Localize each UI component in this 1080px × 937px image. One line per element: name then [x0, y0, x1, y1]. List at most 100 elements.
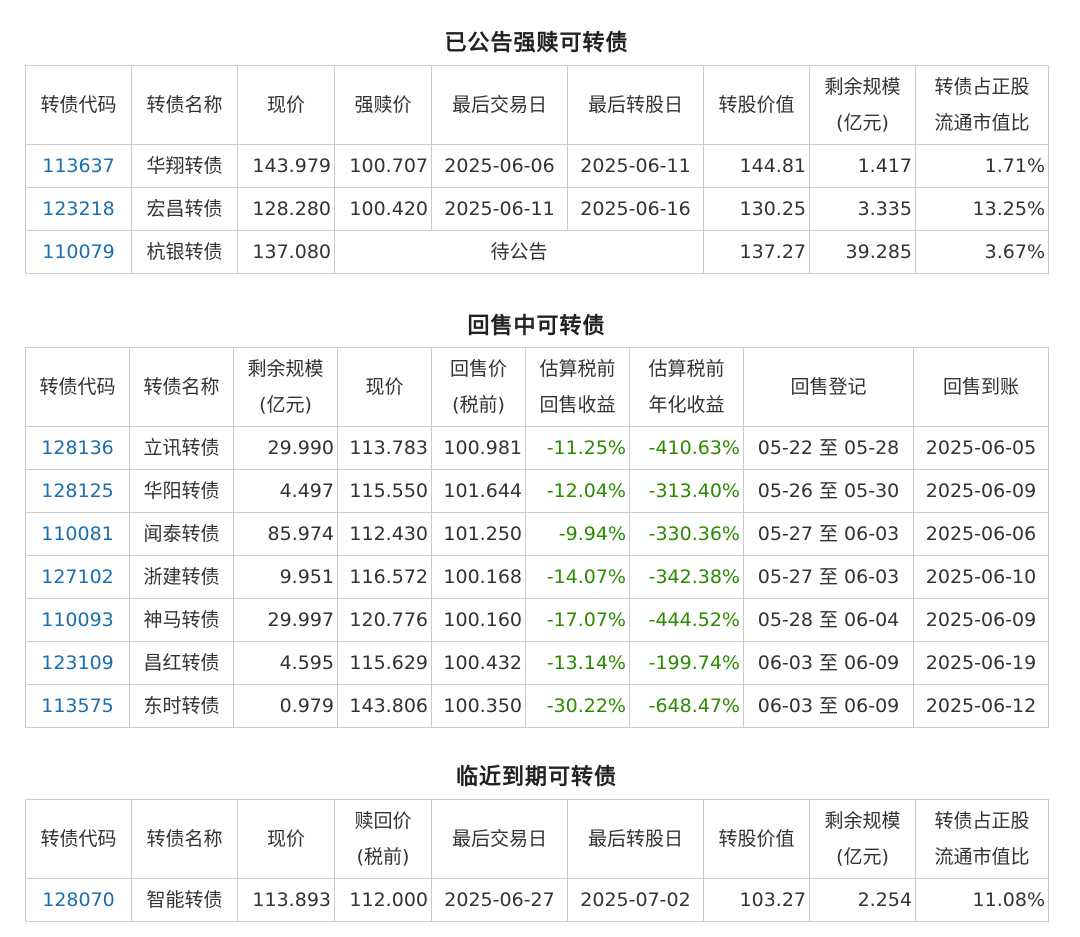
- col-header: 转债代码: [25, 65, 132, 145]
- last-trade-date: 2025-06-27: [431, 878, 568, 922]
- annualized-yield: -648.47%: [629, 684, 744, 728]
- put-price: 100.350: [431, 684, 526, 728]
- put-payment-date: 2025-06-12: [913, 684, 1049, 728]
- put-registration-period: 06-03 至 06-09: [743, 684, 914, 728]
- bond-code-link[interactable]: 110079: [25, 230, 132, 274]
- annualized-yield: -313.40%: [629, 469, 744, 513]
- col-header: 最后交易日: [431, 799, 568, 879]
- maturity-section: 临近到期可转债 转债代码 转债名称 现价 赎回价 (税前) 最后交易日 最后转股日…: [25, 763, 1049, 922]
- bond-code-link[interactable]: 110093: [25, 598, 130, 642]
- col-header: 回售登记: [743, 347, 914, 427]
- table-row: 128136 立讯转债 29.990 113.783 100.981 -11.25% -41…: [25, 426, 1049, 470]
- remaining-size: 4.497: [233, 469, 338, 513]
- bond-code-link[interactable]: 123109: [25, 641, 130, 685]
- put-registration-period: 05-22 至 05-28: [743, 426, 914, 470]
- bond-name: 华阳转债: [129, 469, 234, 513]
- bond-name: 浙建转债: [129, 555, 234, 599]
- col-header: 最后转股日: [567, 65, 704, 145]
- col-header: 转股价值: [703, 799, 810, 879]
- col-header: 最后转股日: [567, 799, 704, 879]
- bond-name: 闻泰转债: [129, 512, 234, 556]
- price: 128.280: [237, 187, 335, 231]
- put-payment-date: 2025-06-10: [913, 555, 1049, 599]
- price: 143.979: [237, 144, 335, 188]
- table-row: 127102 浙建转债 9.951 116.572 100.168 -14.07% -342…: [25, 555, 1049, 599]
- put-yield: -17.07%: [525, 598, 630, 642]
- col-header: 估算税前 回售收益: [525, 347, 630, 427]
- market-cap-ratio: 3.67%: [915, 230, 1049, 274]
- table-row: 110093 神马转债 29.997 120.776 100.160 -17.07% -44…: [25, 598, 1049, 642]
- remaining-size: 85.974: [233, 512, 338, 556]
- remaining-size: 1.417: [809, 144, 916, 188]
- bond-name: 立讯转债: [129, 426, 234, 470]
- section-title: 已公告强赎可转债: [444, 31, 629, 56]
- col-header: 回售价 (税前): [431, 347, 526, 427]
- conversion-value: 103.27: [703, 878, 810, 922]
- annualized-yield: -330.36%: [629, 512, 744, 556]
- table-row: 123109 昌红转债 4.595 115.629 100.432 -13.14% -199…: [25, 641, 1049, 685]
- bond-name: 宏昌转债: [131, 187, 238, 231]
- price: 115.550: [337, 469, 432, 513]
- remaining-size: 29.990: [233, 426, 338, 470]
- price: 115.629: [337, 641, 432, 685]
- redeem-table: 转债代码 转债名称 现价 强赎价 最后交易日 最后转股日 转股价值 剩余规模 (亿…: [25, 65, 1049, 274]
- table-header-row: 转债代码 转债名称 现价 强赎价 最后交易日 最后转股日 转股价值 剩余规模 (亿…: [25, 65, 1049, 145]
- last-convert-date: 2025-06-16: [567, 187, 704, 231]
- col-header: 现价: [237, 65, 335, 145]
- col-header: 转债代码: [25, 799, 132, 879]
- bond-name: 智能转债: [131, 878, 238, 922]
- putback-section: 回售中可转债 转债代码 转债名称 剩余规模 (亿元) 现价 回售价 (税前) 估算税…: [25, 312, 1049, 728]
- put-payment-date: 2025-06-05: [913, 426, 1049, 470]
- put-registration-period: 05-26 至 05-30: [743, 469, 914, 513]
- remaining-size: 9.951: [233, 555, 338, 599]
- bond-code-link[interactable]: 113637: [25, 144, 132, 188]
- bond-code-link[interactable]: 128136: [25, 426, 130, 470]
- remaining-size: 4.595: [233, 641, 338, 685]
- col-header: 回售到账: [913, 347, 1049, 427]
- price: 120.776: [337, 598, 432, 642]
- bond-code-link[interactable]: 110081: [25, 512, 130, 556]
- put-registration-period: 05-27 至 06-03: [743, 512, 914, 556]
- remaining-size: 2.254: [809, 878, 916, 922]
- put-price: 100.168: [431, 555, 526, 599]
- pending-announcement: 待公告: [334, 230, 704, 274]
- table-row: 110079 杭银转债 137.080 待公告 137.27 39.285 3.…: [25, 230, 1049, 274]
- col-header: 转债名称: [131, 65, 238, 145]
- putback-table: 转债代码 转债名称 剩余规模 (亿元) 现价 回售价 (税前) 估算税前 回售收益 估…: [25, 347, 1049, 728]
- table-row: 128070 智能转债 113.893 112.000 2025-06-27 2…: [25, 878, 1049, 922]
- col-header: 转债占正股 流通市值比: [915, 65, 1049, 145]
- put-payment-date: 2025-06-09: [913, 469, 1049, 513]
- put-registration-period: 05-28 至 06-04: [743, 598, 914, 642]
- table-row: 113575 东时转债 0.979 143.806 100.350 -30.22% -648…: [25, 684, 1049, 728]
- put-price: 100.981: [431, 426, 526, 470]
- bond-code-link[interactable]: 127102: [25, 555, 130, 599]
- annualized-yield: -410.63%: [629, 426, 744, 470]
- redeem-section: 已公告强赎可转债 转债代码 转债名称 现价 强赎价 最后交易日 最后转股日 转股…: [25, 29, 1049, 274]
- remaining-size: 0.979: [233, 684, 338, 728]
- bond-code-link[interactable]: 128070: [25, 878, 132, 922]
- bond-code-link[interactable]: 113575: [25, 684, 130, 728]
- col-header: 剩余规模 (亿元): [809, 799, 916, 879]
- put-yield: -9.94%: [525, 512, 630, 556]
- market-cap-ratio: 13.25%: [915, 187, 1049, 231]
- col-header: 估算税前 年化收益: [629, 347, 744, 427]
- put-price: 100.432: [431, 641, 526, 685]
- price: 143.806: [337, 684, 432, 728]
- table-header-row: 转债代码 转债名称 现价 赎回价 (税前) 最后交易日 最后转股日 转股价值 剩余…: [25, 799, 1049, 879]
- price: 116.572: [337, 555, 432, 599]
- put-price: 100.160: [431, 598, 526, 642]
- bond-code-link[interactable]: 123218: [25, 187, 132, 231]
- col-header: 赎回价 (税前): [334, 799, 432, 879]
- annualized-yield: -342.38%: [629, 555, 744, 599]
- col-header: 转债占正股 流通市值比: [915, 799, 1049, 879]
- remaining-size: 39.285: [809, 230, 916, 274]
- put-price: 101.250: [431, 512, 526, 556]
- put-yield: -11.25%: [525, 426, 630, 470]
- annualized-yield: -199.74%: [629, 641, 744, 685]
- market-cap-ratio: 1.71%: [915, 144, 1049, 188]
- price: 112.430: [337, 512, 432, 556]
- table-row: 123218 宏昌转债 128.280 100.420 2025-06-11 2…: [25, 187, 1049, 231]
- put-payment-date: 2025-06-09: [913, 598, 1049, 642]
- bond-name: 华翔转债: [131, 144, 238, 188]
- bond-code-link[interactable]: 128125: [25, 469, 130, 513]
